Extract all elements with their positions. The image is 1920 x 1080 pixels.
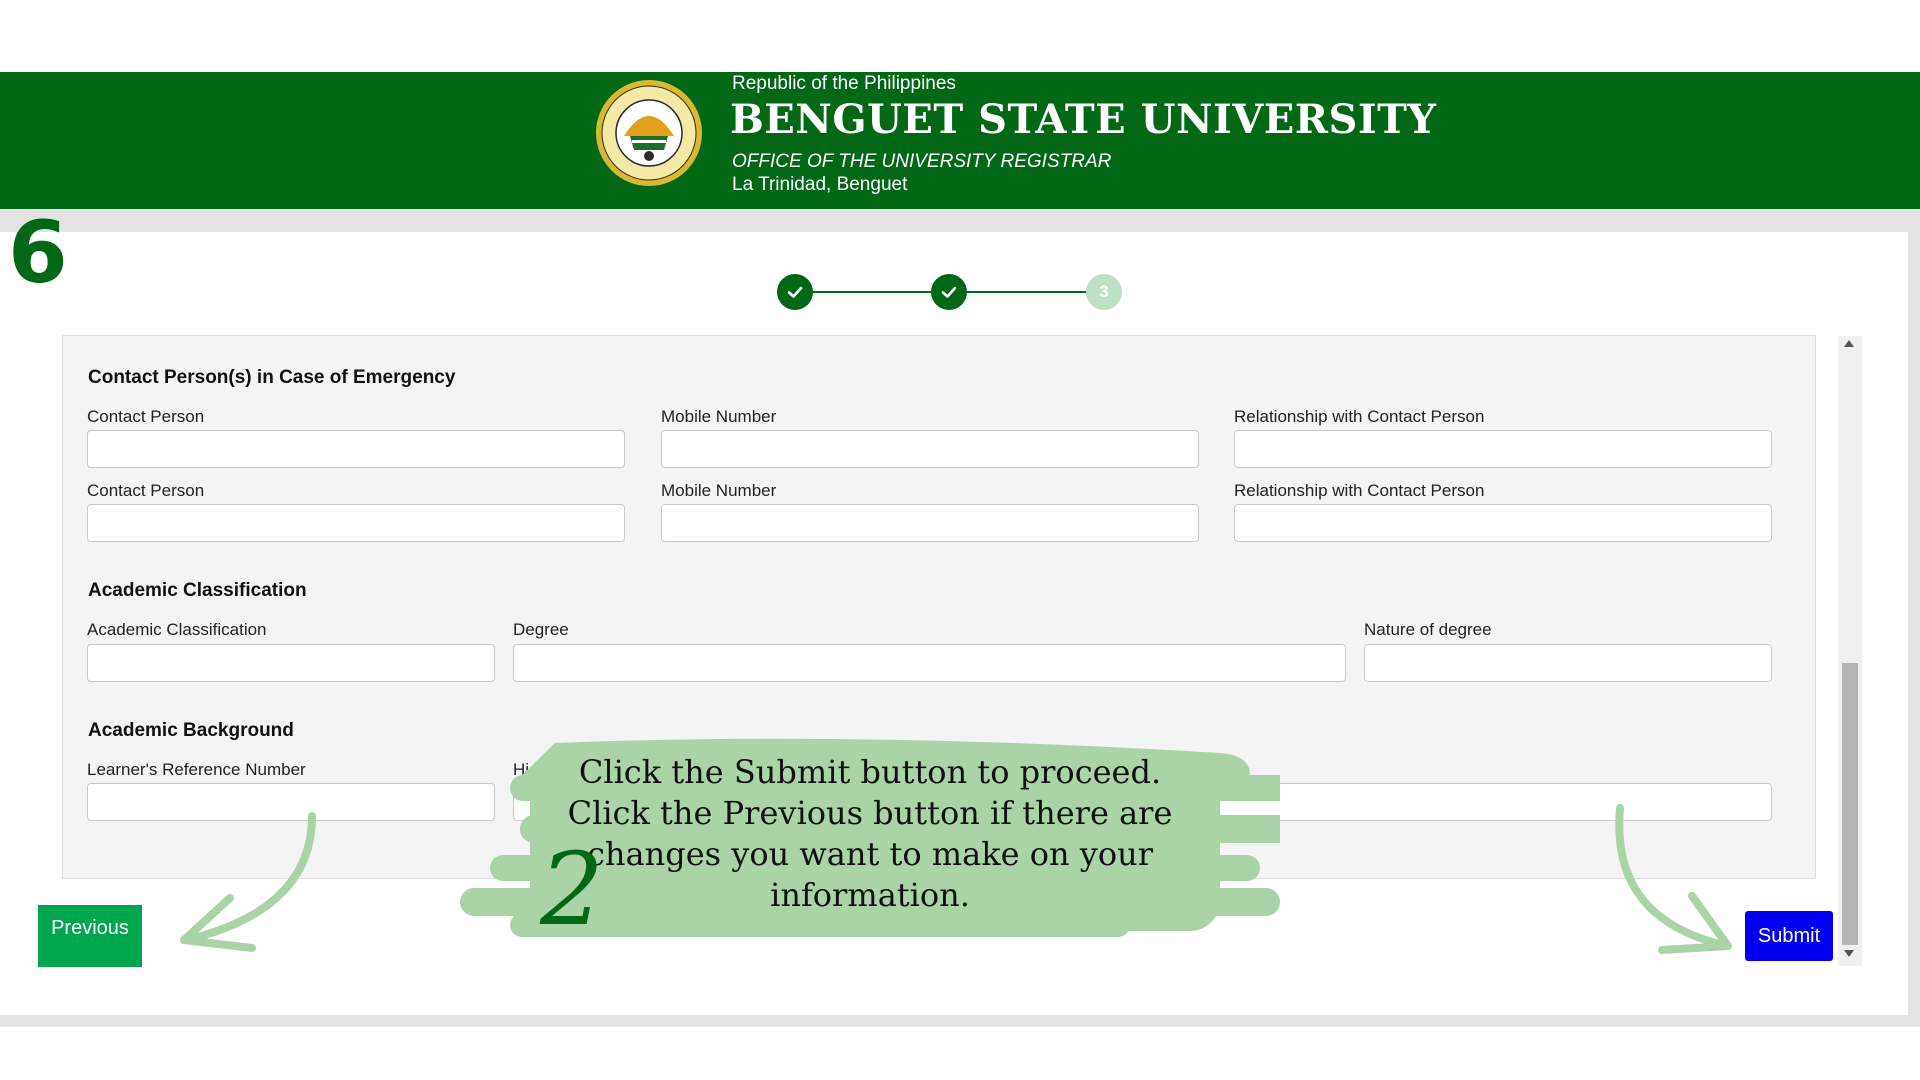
callout-line-1: Click the Submit button to proceed. [578,753,1162,791]
scroll-down-arrow-icon[interactable] [1844,950,1854,957]
contact-person-input-1[interactable] [87,430,625,468]
callout-line-4: information. [770,876,970,914]
nature-of-degree-label: Nature of degree [1364,620,1492,639]
degree-input[interactable] [513,644,1346,682]
mobile-number-input-1[interactable] [661,430,1199,468]
classification-section-title: Academic Classification [88,580,307,601]
stepper-connector-1 [813,291,931,293]
relationship-label-2: Relationship with Contact Person [1234,481,1485,500]
check-icon [787,286,803,298]
contact-person-input-2[interactable] [87,504,625,542]
mobile-number-label-2: Mobile Number [661,481,777,500]
stepper-step-1 [777,274,813,310]
relationship-label-1: Relationship with Contact Person [1234,407,1485,426]
check-icon [941,286,957,298]
academic-classification-label: Academic Classification [87,620,267,639]
contact-person-label-1: Contact Person [87,407,205,426]
stepper-step-2 [931,274,967,310]
scroll-up-arrow-icon[interactable] [1844,340,1854,347]
callout-step-number: 2 [540,831,604,948]
instruction-callout-text: Click the Submit button to proceed. Clic… [530,752,1210,916]
nature-of-degree-input[interactable] [1364,644,1772,682]
arrow-to-submit-icon [1615,804,1732,954]
bottom-margin [0,1027,1920,1080]
university-seal-logo [596,80,702,186]
scrollbar-thumb[interactable] [1842,663,1858,945]
tutorial-step-number: 6 [8,203,68,303]
academic-classification-input[interactable] [87,644,495,682]
callout-line-3: changes you want to make on your [587,835,1153,873]
stepper-connector-2 [967,291,1086,293]
submit-button[interactable]: Submit [1745,911,1833,961]
top-margin [0,0,1920,72]
previous-button[interactable]: Previous [38,905,142,967]
degree-label: Degree [513,620,569,639]
contact-person-label-2: Contact Person [87,481,205,500]
mobile-number-input-2[interactable] [661,504,1199,542]
country-label: Republic of the Philippines [732,73,956,94]
mobile-number-label-1: Mobile Number [661,407,777,426]
stepper-step-3: 3 [1086,274,1122,310]
lrn-label: Learner's Reference Number [87,760,306,779]
arrow-to-previous-icon [180,812,316,952]
relationship-input-1[interactable] [1234,430,1772,468]
background-section-title: Academic Background [88,720,294,741]
university-name: BENGUET STATE UNIVERSITY [730,96,1437,143]
office-name: OFFICE OF THE UNIVERSITY REGISTRAR [732,151,1112,172]
location-label: La Trinidad, Benguet [732,174,908,195]
relationship-input-2[interactable] [1234,504,1772,542]
emergency-section-title: Contact Person(s) in Case of Emergency [88,367,456,388]
callout-line-2: Click the Previous button if there are [567,794,1173,832]
